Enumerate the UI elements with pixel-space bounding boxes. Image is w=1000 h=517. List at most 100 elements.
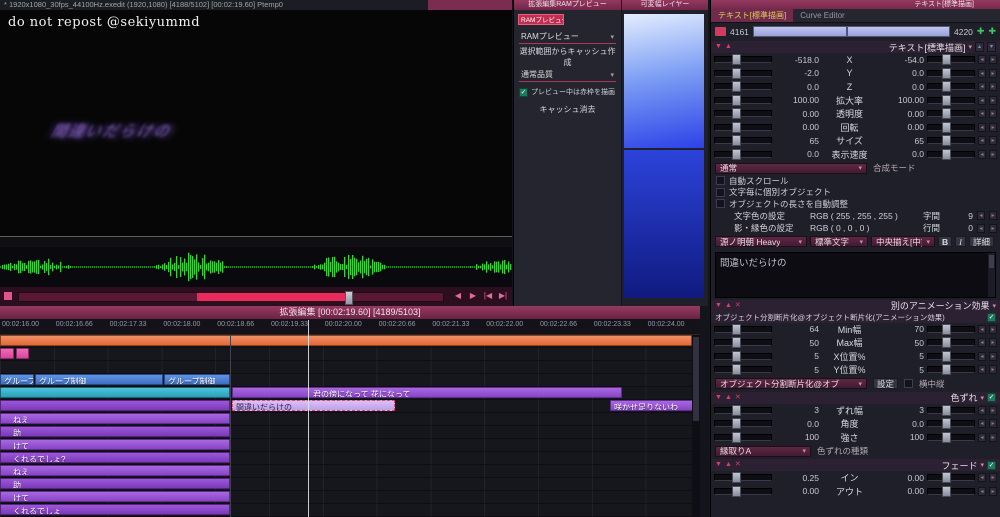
timeline-scrollbar[interactable] [692,335,700,517]
stepper-left-icon[interactable]: ◂ [978,486,986,496]
align-combo[interactable]: 中央揃え[中] ▾ [871,236,935,247]
timeline-layer-row[interactable] [0,335,692,348]
spacing-value[interactable]: 0 [957,223,973,233]
param-value-right[interactable]: 0.00 [880,109,924,119]
stepper-right-icon[interactable]: ▸ [989,324,997,334]
param-value-right[interactable]: 5 [880,351,924,361]
frame-end-value[interactable]: 4220 [954,27,973,37]
stepper-left-icon[interactable]: ◂ [978,136,986,146]
param-slider-right[interactable] [927,135,975,147]
timeline-object[interactable]: 君の傍になって 花になって [232,387,622,398]
timeline-object[interactable]: グループ制御 [164,374,230,385]
timeline-layer-row[interactable]: くれるでしょ [0,504,692,517]
stepper-right-icon[interactable]: ▸ [989,432,997,442]
timeline-object[interactable]: 咲かせ足りないわ [610,400,692,411]
slider-handle[interactable] [941,472,951,484]
timeline-layer-row[interactable]: 助 [0,478,692,491]
param-value-left[interactable]: 5 [775,365,819,375]
video-canvas[interactable]: do not repost @sekiyummd 間違いだらけの [0,10,512,237]
timeline-layer-row[interactable]: ねえ [0,413,692,426]
stepper-right-icon[interactable]: ▸ [989,122,997,132]
param-slider-right[interactable] [927,148,975,160]
stepper-left-icon[interactable]: ◂ [978,122,986,132]
timeline-layer-row[interactable]: 間違いだらけの 咲かせ足りないわ [0,400,692,413]
move-down-icon[interactable]: ▼ [715,300,722,312]
param-value-right[interactable]: 0.00 [880,473,924,483]
param-slider-left[interactable] [714,364,772,376]
timeline-object[interactable] [0,348,14,359]
stepper-right-icon[interactable]: ▸ [989,351,997,361]
transport-button[interactable]: ▶| [498,290,508,302]
slider-handle[interactable] [941,323,951,335]
layer-gradient-block-top[interactable] [624,14,704,148]
delete-effect-icon[interactable]: ✕ [735,392,741,404]
param-slider-right[interactable] [927,350,975,362]
param-slider-right[interactable] [927,431,975,443]
slider-handle[interactable] [941,431,951,443]
stepper-right-icon[interactable]: ▸ [989,82,997,92]
param-value-right[interactable]: 0.0 [880,149,924,159]
param-value-left[interactable]: 0.00 [775,122,819,132]
stepper-left-icon[interactable]: ◂ [978,419,986,429]
param-value-right[interactable]: 0.0 [880,419,924,429]
param-value-left[interactable]: -2.0 [775,68,819,78]
timeline-layer-row[interactable]: グループ制御グループ制御グループ制御 [0,374,692,387]
param-value-left[interactable]: 100 [775,432,819,442]
script-option-checkbox[interactable] [904,379,914,388]
param-value-left[interactable]: 0.0 [775,419,819,429]
timeline-layer-row[interactable]: 君の傍になって 花になって [0,387,692,400]
stepper-left-icon[interactable]: ◂ [978,324,986,334]
slider-handle[interactable] [941,485,951,497]
param-slider-right[interactable] [927,472,975,484]
param-value-left[interactable]: 65 [775,136,819,146]
param-value-right[interactable]: 0.00 [880,122,924,132]
stepper-right-icon[interactable]: ▸ [989,68,997,78]
slider-handle[interactable] [941,81,951,93]
transport-button[interactable]: ◀ [453,290,463,302]
effect-enable-checkbox[interactable]: ✓ [987,312,996,322]
stepper-left-icon[interactable]: ◂ [978,365,986,375]
slider-handle[interactable] [731,350,741,362]
timeline-object[interactable] [0,400,230,411]
param-value-right[interactable]: 0.0 [880,82,924,92]
chevron-down-icon[interactable]: ▾ [980,461,984,469]
slider-handle[interactable] [731,404,741,416]
stepper-right-icon[interactable]: ▸ [989,365,997,375]
stepper-left-icon[interactable]: ◂ [978,68,986,78]
param-value-right[interactable]: 0.00 [880,486,924,496]
preview-titlebar[interactable]: * 1920x1080_30fps_44100Hz.exedit (1920,1… [0,0,512,10]
colorshift-type-combo[interactable]: 縁取りA ▾ [715,445,811,457]
chevron-down-icon[interactable]: ▾ [980,394,984,402]
ram-preview-active-button[interactable]: RAMプレビュー [518,14,564,25]
slider-handle[interactable] [941,350,951,362]
checkbox-icon[interactable] [716,187,725,197]
param-slider-right[interactable] [927,108,975,120]
transport-button[interactable]: |◀ [483,290,493,302]
timeline-layer-row[interactable] [0,361,692,374]
param-value-right[interactable]: 50 [880,338,924,348]
slider-handle[interactable] [731,431,741,443]
stepper-left-icon[interactable]: ◂ [978,109,986,119]
timeline-object[interactable]: くれるでしょ? [0,452,230,463]
loop-icon[interactable] [4,292,12,300]
stepper-right-icon[interactable]: ▸ [989,211,997,221]
param-slider-left[interactable] [714,94,772,106]
param-value-right[interactable]: -54.0 [880,55,924,65]
param-value-left[interactable]: -518.0 [775,55,819,65]
slider-handle[interactable] [941,121,951,133]
slider-handle[interactable] [941,54,951,66]
timeline-object[interactable]: 助 [0,426,230,437]
clear-cache-button[interactable]: キャッシュ消去 [519,103,616,116]
slider-handle[interactable] [731,337,741,349]
delete-effect-icon[interactable]: ✕ [735,300,741,312]
slider-handle[interactable] [731,121,741,133]
option-checkbox-row[interactable]: オブジェクトの長さを自動調整 [711,198,1000,210]
settings-titlebar[interactable]: テキスト[標準描画] [711,0,1000,9]
timeline-object[interactable]: ねえ [0,413,230,424]
param-slider-right[interactable] [927,94,975,106]
param-slider-left[interactable] [714,485,772,497]
param-slider-right[interactable] [927,364,975,376]
param-slider-left[interactable] [714,472,772,484]
timeline-object[interactable]: 間違いだらけの [232,400,395,411]
stepper-right-icon[interactable]: ▸ [989,149,997,159]
